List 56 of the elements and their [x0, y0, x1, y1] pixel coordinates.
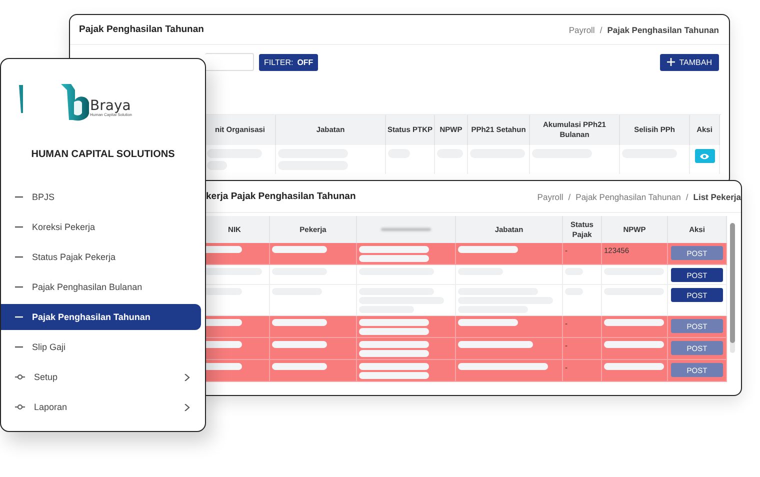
placeholder-bar: [359, 372, 429, 379]
placeholder-bar: [359, 328, 429, 335]
filter-button[interactable]: FILTER: OFF: [259, 54, 318, 70]
sidebar-item[interactable]: BPJS: [1, 184, 201, 210]
breadcrumb-link[interactable]: Pajak Penghasilan Tahunan: [576, 192, 681, 202]
logo-fragment-icon: [19, 85, 23, 113]
placeholder-bar: [272, 319, 327, 326]
dash-icon: [15, 224, 23, 230]
dash-icon: [15, 194, 23, 200]
placeholder-bar: [207, 161, 227, 170]
breadcrumb-link[interactable]: Payroll: [568, 24, 595, 34]
eye-icon: [700, 152, 709, 160]
sidebar-item[interactable]: Pajak Penghasilan Bulanan: [1, 274, 201, 300]
dash-icon: [15, 254, 23, 260]
sidebar-item[interactable]: Status Pajak Pekerja: [1, 244, 201, 270]
scrollbar[interactable]: [730, 223, 735, 353]
dash-icon: [15, 314, 23, 320]
sidebar-item[interactable]: Slip Gaji: [1, 334, 201, 360]
placeholder-bar: [359, 350, 429, 357]
placeholder-bar: [604, 341, 664, 348]
breadcrumb-current: Pajak Penghasilan Tahunan: [607, 24, 719, 34]
logo-icon: [61, 84, 89, 122]
placeholder-bar: [604, 363, 664, 370]
breadcrumb-separator: /: [686, 192, 688, 202]
add-button[interactable]: TAMBAH: [660, 54, 719, 70]
dash-icon: [15, 344, 23, 350]
breadcrumb-separator: /: [568, 192, 571, 202]
placeholder-bar: [272, 363, 327, 370]
page-title: Pajak Penghasilan Tahunan: [79, 24, 204, 35]
sidebar-item[interactable]: Pajak Penghasilan Tahunan: [1, 304, 201, 330]
sidebar-item[interactable]: Laporan: [1, 394, 201, 420]
page-title: kerja Pajak Penghasilan Tahunan: [206, 191, 356, 202]
placeholder-bar: [359, 319, 429, 326]
placeholder-bar: [207, 149, 262, 158]
placeholder-bar: [359, 363, 429, 370]
breadcrumb-current: List Pekerja: [693, 192, 741, 202]
placeholder-bar: [604, 319, 664, 326]
breadcrumb-separator: /: [600, 24, 602, 34]
sidebar-item[interactable]: Koreksi Pekerja: [1, 214, 201, 240]
placeholder-bar: [272, 246, 327, 253]
dash-icon: [15, 284, 23, 290]
placeholder-bar: [458, 246, 518, 253]
placeholder-bar: [458, 319, 518, 326]
placeholder-bar: [359, 255, 429, 262]
placeholder-bar: [272, 341, 327, 348]
sidebar-heading: HUMAN CAPITAL SOLUTIONS: [30, 149, 176, 160]
logo-text: Braya: [90, 98, 131, 113]
placeholder-bar: [359, 341, 429, 348]
node-icon: [15, 374, 25, 380]
sidebar-item[interactable]: Setup: [1, 364, 201, 390]
breadcrumb-link[interactable]: Payroll: [537, 192, 564, 202]
placeholder-bar: [359, 246, 429, 253]
node-icon: [15, 404, 25, 410]
plus-icon: [667, 58, 676, 66]
blurred-header-text: [381, 228, 431, 231]
view-button[interactable]: [694, 149, 714, 163]
